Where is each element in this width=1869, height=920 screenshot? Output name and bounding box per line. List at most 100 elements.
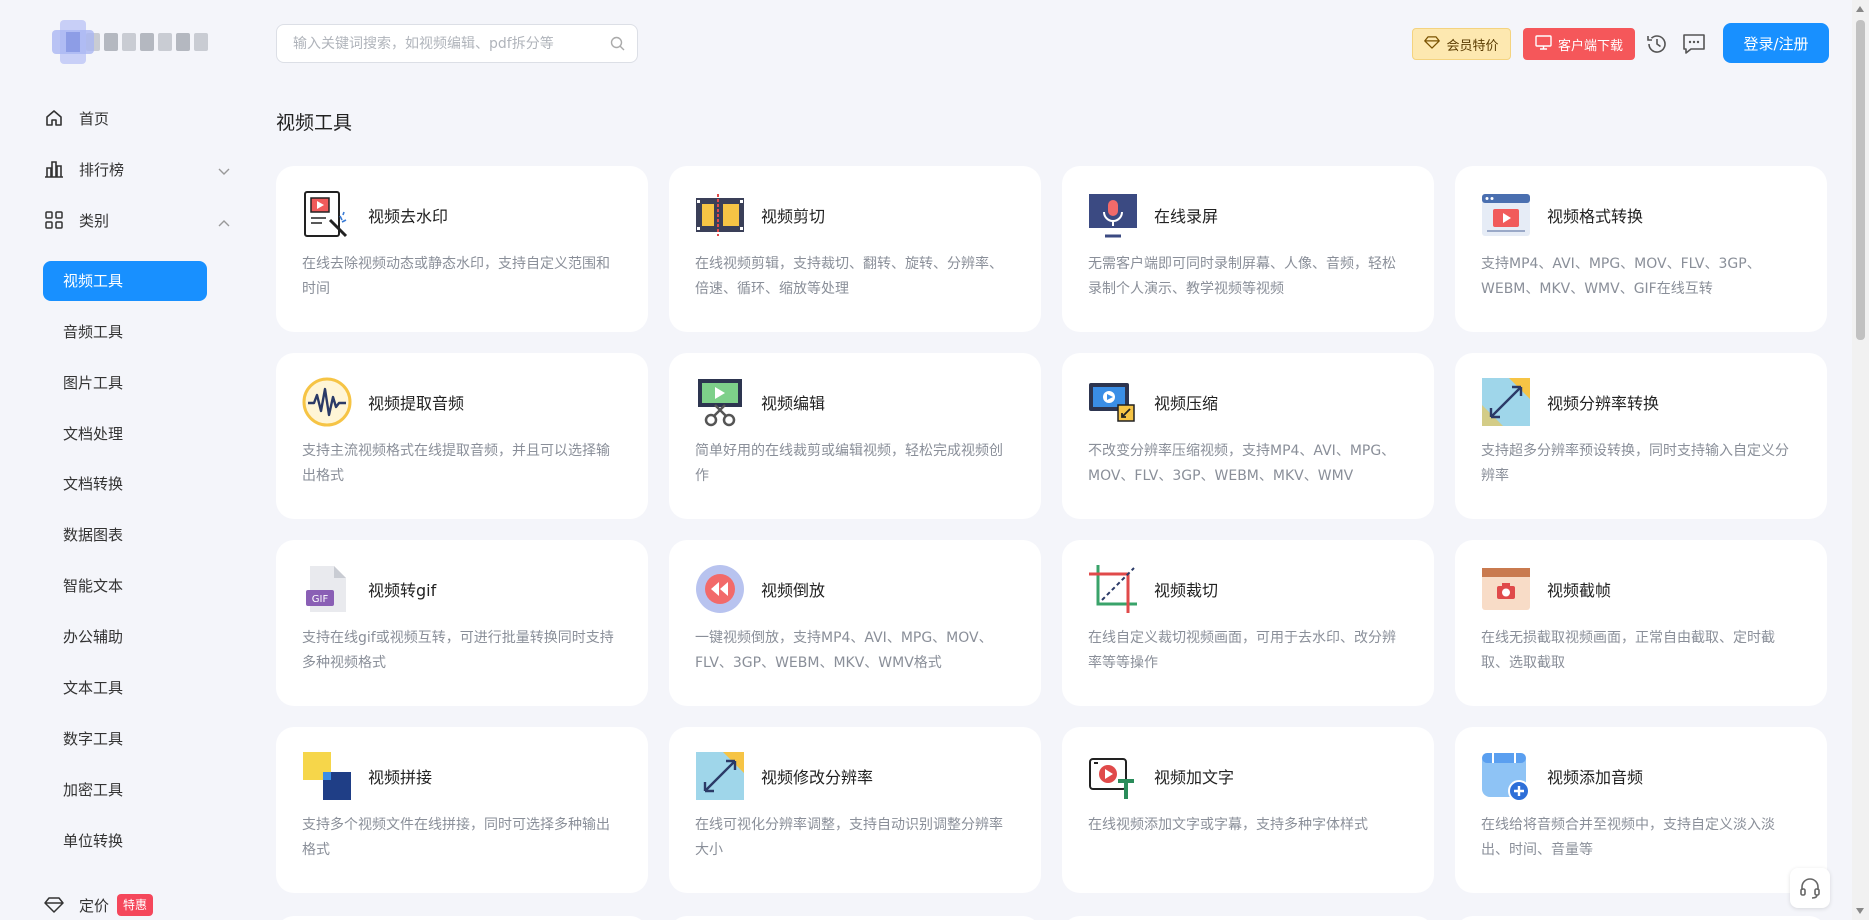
film-cut-icon [696, 194, 744, 236]
resolution-edit-icon [696, 752, 744, 800]
tool-card-peek [1062, 916, 1434, 920]
tool-card-video-watermark[interactable]: 视频去水印 在线去除视频动态或静态水印，支持自定义范围和时间 [276, 166, 648, 332]
screen-record-icon [1089, 194, 1137, 238]
tool-desc: 不改变分辨率压缩视频，支持MP4、AVI、MPG、MOV、FLV、3GP、WEB… [1088, 443, 1396, 484]
category-office-assist[interactable]: 办公辅助 [43, 617, 207, 657]
tool-desc: 支持在线gif或视频互转，可进行批量转换同时支持多种视频格式 [302, 630, 614, 671]
tool-card-frame-capture[interactable]: 视频截帧 在线无损截取视频画面，正常自由截取、定时截取、选取截取 [1455, 540, 1827, 706]
tool-card-video-gif[interactable]: GIF 视频转gif 支持在线gif或视频互转，可进行批量转换同时支持多种视频格… [276, 540, 648, 706]
site-logo[interactable] [50, 20, 208, 64]
tool-title: 视频加文字 [1154, 768, 1235, 787]
video-edit-icon [698, 379, 742, 427]
video-format-icon [1482, 194, 1530, 236]
tool-title: 视频压缩 [1154, 394, 1219, 413]
tool-desc: 支持MP4、AVI、MPG、MOV、FLV、3GP、WEBM、MKV、WMV、G… [1481, 256, 1761, 297]
tool-title: 视频转gif [368, 581, 437, 600]
tool-card-video-crop[interactable]: 视频裁切 在线自定义裁切视频画面，可用于去水印、改分辨率等等操作 [1062, 540, 1434, 706]
tool-title: 视频裁切 [1154, 581, 1219, 600]
category-smart-text[interactable]: 智能文本 [43, 566, 207, 606]
resolution-convert-icon [1482, 378, 1530, 426]
tool-title: 视频修改分辨率 [761, 768, 874, 787]
bar-chart-icon [43, 158, 65, 180]
tool-card-resolution-convert[interactable]: 视频分辨率转换 支持超多分辨率预设转换，同时支持输入自定义分辨率 [1455, 353, 1827, 519]
tool-card-video-cut[interactable]: 视频剪切 在线视频剪辑，支持裁切、翻转、旋转、分辨率、倍速、循环、缩放等处理 [669, 166, 1041, 332]
client-download-button[interactable]: 客户端下载 [1523, 28, 1635, 60]
category-image-tools[interactable]: 图片工具 [43, 363, 207, 403]
nav-ranking-label: 排行榜 [79, 160, 125, 179]
scroll-down-arrow[interactable] [1856, 908, 1864, 914]
add-audio-icon [1482, 753, 1530, 801]
video-text-icon [1089, 758, 1134, 799]
category-encrypt-tools[interactable]: 加密工具 [43, 770, 207, 810]
video-merge-icon [303, 752, 351, 800]
category-unit-convert[interactable]: 单位转换 [43, 821, 207, 861]
logo-mark [50, 20, 94, 64]
tool-card-add-audio[interactable]: 视频添加音频 在线给将音频合并至视频中，支持自定义淡入淡出、时间、音量等 [1455, 727, 1827, 893]
tool-card-peek [669, 916, 1041, 920]
message-icon[interactable] [1680, 30, 1708, 58]
category-doc-processing[interactable]: 文档处理 [43, 414, 207, 454]
tool-card-video-compress[interactable]: 视频压缩 不改变分辨率压缩视频，支持MP4、AVI、MPG、MOV、FLV、3G… [1062, 353, 1434, 519]
nav-ranking[interactable]: 排行榜 [43, 145, 238, 193]
tool-card-video-format[interactable]: 视频格式转换 支持MP4、AVI、MPG、MOV、FLV、3GP、WEBM、MK… [1455, 166, 1827, 332]
tool-card-screen-record[interactable]: 在线录屏 无需客户端即可同时录制屏幕、人像、音频，轻松录制个人演示、教学视频等视… [1062, 166, 1434, 332]
logo-text-blurred [86, 33, 208, 51]
tool-card-extract-audio[interactable]: 视频提取音频 支持主流视频格式在线提取音频，并且可以选择输出格式 [276, 353, 648, 519]
nav-pricing[interactable]: 定价 特惠 [43, 881, 238, 920]
tool-desc: 在线给将音频合并至视频中，支持自定义淡入淡出、时间、音量等 [1481, 817, 1775, 858]
category-audio-tools[interactable]: 音频工具 [43, 312, 207, 352]
scroll-thumb[interactable] [1856, 20, 1865, 340]
tool-title: 在线录屏 [1154, 207, 1219, 226]
category-number-tools[interactable]: 数字工具 [43, 719, 207, 759]
rewind-icon [696, 565, 744, 613]
tool-grid: 视频去水印 在线去除视频动态或静态水印，支持自定义范围和时间 视频剪切 在线视频… [276, 166, 1829, 893]
search-box [276, 24, 638, 63]
tool-card-video-reverse[interactable]: 视频倒放 一键视频倒放，支持MP4、AVI、MPG、MOV、FLV、3GP、WE… [669, 540, 1041, 706]
tool-desc: 在线可视化分辨率调整，支持自动识别调整分辨率大小 [695, 817, 1003, 858]
scroll-up-arrow[interactable] [1856, 6, 1864, 12]
tool-title: 视频分辨率转换 [1547, 394, 1660, 413]
history-icon[interactable] [1643, 30, 1671, 58]
tool-card-video-edit[interactable]: 视频编辑 简单好用的在线裁剪或编辑视频，轻松完成视频创作 [669, 353, 1041, 519]
gif-file-icon: GIF [306, 566, 346, 612]
frame-capture-icon [1482, 568, 1530, 610]
client-download-label: 客户端下载 [1557, 38, 1623, 54]
category-text-tools[interactable]: 文本工具 [43, 668, 207, 708]
video-watermark-icon [304, 191, 348, 238]
nav-home[interactable]: 首页 [43, 94, 238, 142]
tool-desc: 在线视频添加文字或字幕，支持多种字体样式 [1088, 817, 1368, 833]
search-input[interactable] [277, 25, 597, 62]
tool-desc: 支持超多分辨率预设转换，同时支持输入自定义分辨率 [1481, 443, 1789, 484]
customer-support-button[interactable] [1790, 868, 1830, 908]
tool-title: 视频格式转换 [1547, 207, 1644, 226]
login-register-button[interactable]: 登录/注册 [1723, 23, 1829, 63]
vip-price-label: 会员特价 [1446, 38, 1499, 54]
tool-card-peek [276, 916, 648, 920]
tool-title: 视频剪切 [761, 207, 826, 226]
category-video-tools[interactable]: 视频工具 [43, 261, 207, 301]
audio-wave-icon [302, 377, 352, 427]
search-icon[interactable] [610, 36, 625, 55]
diamond-icon [1424, 35, 1441, 53]
tool-title: 视频去水印 [368, 207, 449, 226]
crop-icon [1089, 565, 1137, 613]
tool-card-video-merge[interactable]: 视频拼接 支持多个视频文件在线拼接，同时可选择多种输出格式 [276, 727, 648, 893]
nav-pricing-label: 定价 [79, 896, 110, 915]
tool-desc: 一键视频倒放，支持MP4、AVI、MPG、MOV、FLV、3GP、WEBM、MK… [695, 630, 993, 671]
monitor-icon [1535, 34, 1552, 54]
category-doc-convert[interactable]: 文档转换 [43, 464, 207, 504]
tool-desc: 简单好用的在线裁剪或编辑视频，轻松完成视频创作 [695, 443, 1003, 484]
page-scrollbar[interactable] [1852, 0, 1869, 920]
grid-icon [43, 209, 65, 231]
tool-title: 视频截帧 [1547, 581, 1612, 600]
tool-card-video-text[interactable]: 视频加文字 在线视频添加文字或字幕，支持多种字体样式 [1062, 727, 1434, 893]
category-data-charts[interactable]: 数据图表 [43, 515, 207, 555]
tool-desc: 无需客户端即可同时录制屏幕、人像、音频，轻松录制个人演示、教学视频等视频 [1088, 256, 1396, 297]
headset-icon [1800, 878, 1820, 899]
nav-category[interactable]: 类别 [43, 196, 238, 244]
tool-card-resolution-edit[interactable]: 视频修改分辨率 在线可视化分辨率调整，支持自动识别调整分辨率大小 [669, 727, 1041, 893]
tool-desc: 在线去除视频动态或静态水印，支持自定义范围和时间 [302, 256, 610, 297]
tool-title: 视频提取音频 [368, 394, 465, 413]
vip-price-button[interactable]: 会员特价 [1412, 28, 1511, 60]
tool-title: 视频倒放 [761, 581, 826, 600]
